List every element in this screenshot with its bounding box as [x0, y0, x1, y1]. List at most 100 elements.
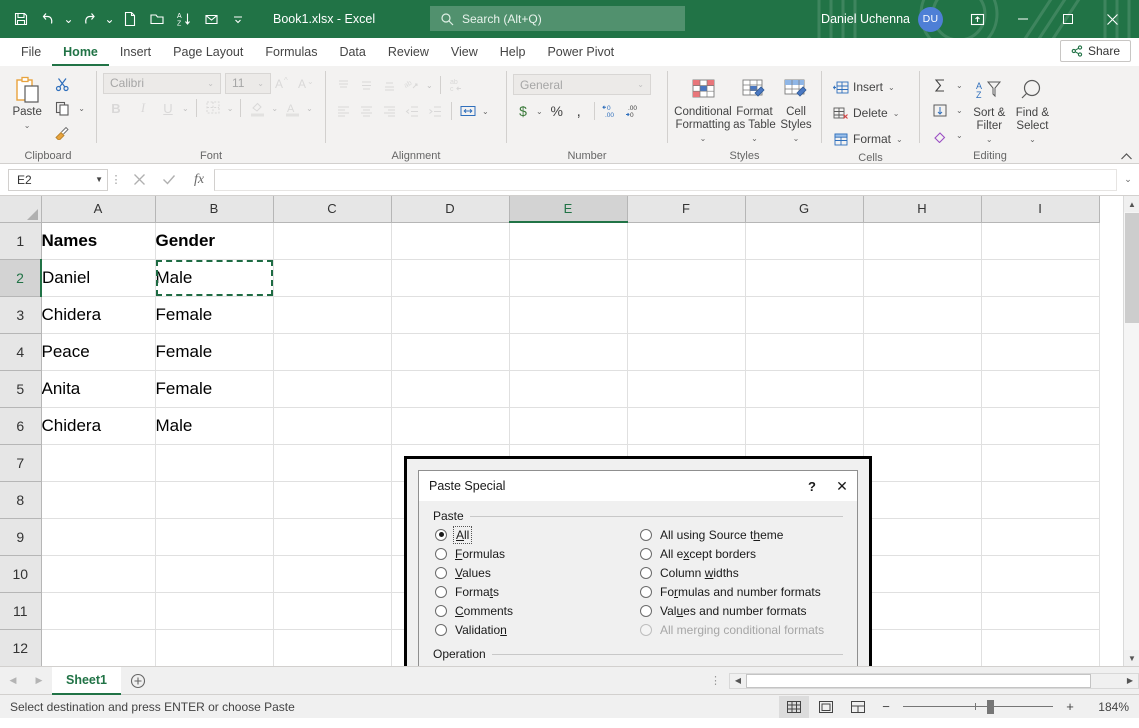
- merge-center-chevron-down-icon[interactable]: ⌄: [480, 107, 491, 116]
- cut-button[interactable]: [48, 73, 90, 95]
- collapse-ribbon-chevron-up-icon[interactable]: [1120, 152, 1133, 161]
- scroll-left-arrow-icon[interactable]: ◀: [730, 674, 746, 688]
- cell-i12[interactable]: [981, 629, 1099, 666]
- zoom-slider[interactable]: [903, 696, 1053, 718]
- column-header-a[interactable]: A: [41, 196, 155, 222]
- cell-c5[interactable]: [273, 370, 391, 407]
- horizontal-scrollbar[interactable]: ◀ ▶: [729, 673, 1139, 689]
- radio-paste-column-widths[interactable]: Column widths: [638, 563, 843, 582]
- increase-font-size-icon[interactable]: A^: [272, 72, 294, 94]
- normal-view-icon[interactable]: [779, 696, 809, 718]
- cell-a12[interactable]: [41, 629, 155, 666]
- cancel-icon[interactable]: [124, 169, 154, 191]
- search-input[interactable]: Search (Alt+Q): [430, 6, 685, 31]
- increase-decimal-icon[interactable]: 0 .00: [600, 100, 622, 122]
- cell-a8[interactable]: [41, 481, 155, 518]
- chevron-right-icon[interactable]: ▶: [26, 667, 52, 695]
- cell-h3[interactable]: [863, 296, 981, 333]
- tab-insert[interactable]: Insert: [109, 39, 162, 66]
- cell-g1[interactable]: [745, 222, 863, 259]
- cell-h7[interactable]: [863, 444, 981, 481]
- cell-h6[interactable]: [863, 407, 981, 444]
- accounting-chevron-down-icon[interactable]: ⌄: [534, 107, 545, 116]
- user-name[interactable]: Daniel Uchenna: [821, 12, 910, 26]
- cell-h8[interactable]: [863, 481, 981, 518]
- tab-page-layout[interactable]: Page Layout: [162, 39, 254, 66]
- radio-operation-multiply[interactable]: Multiply: [638, 663, 843, 666]
- format-as-table-chevron-down-icon[interactable]: ⌄: [749, 132, 760, 145]
- cell-c11[interactable]: [273, 592, 391, 629]
- cell-a4[interactable]: Peace: [41, 333, 155, 370]
- column-header-c[interactable]: C: [273, 196, 391, 222]
- cell-b6[interactable]: Male: [155, 407, 273, 444]
- conditional-formatting-chevron-down-icon[interactable]: ⌄: [698, 132, 709, 145]
- decrease-decimal-icon[interactable]: .00 0: [623, 100, 645, 122]
- cell-f6[interactable]: [627, 407, 745, 444]
- radio-paste-formats[interactable]: Formats: [433, 582, 638, 601]
- name-box[interactable]: E2 ▼: [8, 169, 108, 191]
- vertical-scroll-thumb[interactable]: [1125, 213, 1139, 323]
- column-header-g[interactable]: G: [745, 196, 863, 222]
- cell-i2[interactable]: [981, 259, 1099, 296]
- tab-review[interactable]: Review: [377, 39, 440, 66]
- column-header-i[interactable]: I: [981, 196, 1099, 222]
- radio-paste-formulas[interactable]: Formulas: [433, 544, 638, 563]
- cell-c2[interactable]: [273, 259, 391, 296]
- cell-i5[interactable]: [981, 370, 1099, 407]
- zoom-in-button[interactable]: +: [1059, 699, 1081, 714]
- decrease-font-size-icon[interactable]: A⌄: [295, 72, 317, 94]
- format-painter-button[interactable]: [48, 121, 90, 143]
- plus-circle-icon[interactable]: [121, 667, 155, 695]
- cell-b12[interactable]: [155, 629, 273, 666]
- cell-g6[interactable]: [745, 407, 863, 444]
- name-box-chevron-down-icon[interactable]: ▼: [95, 175, 103, 184]
- sort-filter-button[interactable]: A Z Sort & Filter ⌄: [968, 71, 1011, 146]
- cell-d1[interactable]: [391, 222, 509, 259]
- cell-b7[interactable]: [155, 444, 273, 481]
- cell-f1[interactable]: [627, 222, 745, 259]
- fill-color-icon[interactable]: [246, 97, 268, 119]
- scroll-right-arrow-icon[interactable]: ▶: [1122, 674, 1138, 688]
- cell-c3[interactable]: [273, 296, 391, 333]
- cell-a9[interactable]: [41, 518, 155, 555]
- row-header-12[interactable]: 12: [0, 629, 41, 666]
- sheet-tab-sheet1[interactable]: Sheet1: [52, 667, 121, 695]
- borders-chevron-down-icon[interactable]: ⌄: [225, 104, 236, 113]
- column-header-e[interactable]: E: [509, 196, 627, 222]
- sort-filter-chevron-down-icon[interactable]: ⌄: [984, 133, 995, 146]
- radio-paste-validation[interactable]: Validation: [433, 620, 638, 639]
- orientation-chevron-down-icon[interactable]: ⌄: [424, 81, 435, 90]
- align-center-icon[interactable]: [355, 100, 377, 122]
- column-header-b[interactable]: B: [155, 196, 273, 222]
- insert-cells-chevron-down-icon[interactable]: ⌄: [886, 83, 897, 92]
- cell-b9[interactable]: [155, 518, 273, 555]
- email-icon[interactable]: [198, 6, 224, 32]
- cell-c7[interactable]: [273, 444, 391, 481]
- row-header-2[interactable]: 2: [0, 259, 41, 296]
- bold-button[interactable]: B: [103, 97, 129, 119]
- sort-az-icon[interactable]: A Z: [171, 6, 197, 32]
- insert-cells-button[interactable]: Insert ⌄: [828, 76, 908, 98]
- undo-icon[interactable]: [35, 6, 61, 32]
- cell-c8[interactable]: [273, 481, 391, 518]
- cell-i3[interactable]: [981, 296, 1099, 333]
- conditional-formatting-button[interactable]: Conditional Formatting ⌄: [674, 70, 732, 145]
- cell-g2[interactable]: [745, 259, 863, 296]
- underline-chevron-down-icon[interactable]: ⌄: [180, 104, 191, 113]
- cell-i1[interactable]: [981, 222, 1099, 259]
- align-bottom-icon[interactable]: [378, 74, 400, 96]
- number-format-select[interactable]: General ⌄: [513, 74, 651, 95]
- zoom-out-button[interactable]: −: [875, 699, 897, 714]
- cell-b1[interactable]: Gender: [155, 222, 273, 259]
- row-header-8[interactable]: 8: [0, 481, 41, 518]
- orientation-icon[interactable]: ab: [401, 74, 423, 96]
- tab-view[interactable]: View: [440, 39, 489, 66]
- number-format-chevron-down-icon[interactable]: ⌄: [635, 80, 646, 89]
- cell-c12[interactable]: [273, 629, 391, 666]
- percent-format-icon[interactable]: %: [546, 100, 568, 122]
- cell-c9[interactable]: [273, 518, 391, 555]
- align-top-icon[interactable]: [332, 74, 354, 96]
- cell-c6[interactable]: [273, 407, 391, 444]
- tab-data[interactable]: Data: [328, 39, 376, 66]
- italic-button[interactable]: I: [130, 97, 156, 119]
